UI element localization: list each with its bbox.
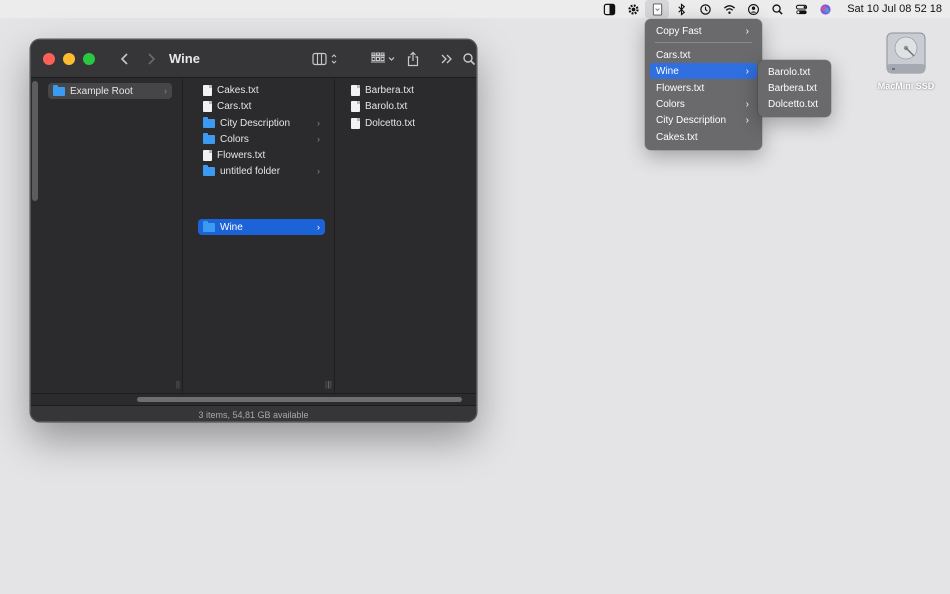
time-machine-icon[interactable] (693, 0, 717, 18)
group-by-icon[interactable] (370, 48, 398, 70)
finder-window: Wine Example Root › || Cakes.txt Cars.tx… (30, 39, 477, 422)
folder-icon (203, 220, 215, 232)
list-item[interactable]: Cakes.txt (198, 82, 325, 98)
folder-icon (53, 84, 65, 96)
column-browser: Example Root › || Cakes.txt Cars.txt Cit… (31, 79, 476, 393)
gear-icon[interactable] (621, 0, 645, 18)
chevron-right-icon: › (317, 118, 320, 128)
spotlight-icon[interactable] (765, 0, 789, 18)
file-icon (203, 84, 212, 96)
menu-item[interactable]: Flowers.txt (650, 80, 757, 96)
file-icon (351, 117, 360, 129)
column-resize-handle[interactable]: || (325, 380, 329, 389)
submenu-item[interactable]: Barolo.txt (762, 64, 827, 80)
list-item[interactable]: Barbera.txt (346, 82, 466, 98)
traffic-lights (43, 52, 95, 65)
user-icon[interactable] (741, 0, 765, 18)
folder-icon (203, 132, 215, 144)
disk-label: MacMini SSD (877, 81, 935, 91)
status-bar: 3 items, 54,81 GB available (31, 405, 476, 421)
zoom-button[interactable] (83, 52, 95, 65)
menu-item[interactable]: Cars.txt (650, 47, 757, 63)
menu-item-copy-fast[interactable]: Copy Fast › (650, 23, 757, 39)
column-resize-handle[interactable]: || (176, 380, 180, 389)
menu-item[interactable]: Colors › (650, 96, 757, 112)
file-icon (351, 100, 360, 112)
list-item[interactable]: Cars.txt (198, 98, 325, 114)
window-toolbar: Wine (31, 40, 476, 78)
chevron-right-icon: › (745, 25, 749, 37)
list-item-selected[interactable]: Wine › (198, 219, 325, 235)
wifi-icon[interactable] (717, 0, 741, 18)
wine-submenu: Barolo.txt Barbera.txt Dolcetto.txt (758, 60, 831, 117)
file-icon (203, 100, 212, 112)
chevron-right-icon: › (317, 134, 320, 144)
list-item[interactable]: Dolcetto.txt (346, 115, 466, 131)
list-item[interactable]: Flowers.txt (198, 147, 325, 163)
bluetooth-icon[interactable] (669, 0, 693, 18)
menu-separator (655, 42, 752, 43)
window-title: Wine (169, 51, 200, 66)
folder-icon (203, 164, 215, 176)
menu-bar: Sat 10 Jul 08 52 18 (0, 0, 950, 18)
menu-item[interactable]: Cakes.txt (650, 129, 757, 145)
file-icon (203, 149, 212, 161)
status-text: 3 items, 54,81 GB available (198, 409, 309, 420)
copyfast-icon[interactable] (645, 0, 670, 18)
column-1[interactable]: Example Root › || (31, 79, 183, 393)
chevron-right-icon: › (164, 86, 167, 96)
search-icon[interactable] (462, 48, 476, 70)
scrollbar-thumb[interactable] (137, 397, 462, 402)
close-button[interactable] (43, 52, 55, 65)
submenu-item[interactable]: Barbera.txt (762, 80, 827, 96)
chevron-right-icon: › (745, 98, 749, 110)
chevron-right-icon: › (317, 222, 320, 232)
half-square-icon[interactable] (597, 0, 621, 18)
menubar-clock[interactable]: Sat 10 Jul 08 52 18 (847, 3, 942, 15)
hard-disk-icon (886, 32, 926, 74)
copyfast-menu: Copy Fast › Cars.txt Wine › Flowers.txt … (645, 19, 762, 150)
menu-item[interactable]: City Description › (650, 112, 757, 128)
chevron-right-icon: › (317, 166, 320, 176)
share-icon[interactable] (406, 48, 420, 70)
control-center-icon[interactable] (789, 0, 813, 18)
chevron-right-icon: › (745, 65, 749, 77)
column-3[interactable]: Barbera.txt Barolo.txt Dolcetto.txt || (325, 79, 476, 393)
back-button[interactable] (115, 49, 135, 69)
chevron-right-icon: › (745, 114, 749, 126)
list-item[interactable]: Example Root › (48, 83, 172, 99)
menu-item-highlighted[interactable]: Wine › (650, 63, 757, 79)
folder-icon (203, 116, 215, 128)
list-item[interactable]: untitled folder › (198, 163, 325, 179)
horizontal-scrollbar[interactable] (31, 393, 476, 405)
more-toolbar-icon[interactable] (440, 48, 454, 70)
file-icon (351, 84, 360, 96)
list-item[interactable]: Colors › (198, 131, 325, 147)
list-item[interactable]: City Description › (198, 115, 325, 131)
desktop-disk[interactable]: MacMini SSD (875, 30, 937, 91)
siri-icon[interactable] (813, 0, 837, 18)
submenu-item[interactable]: Dolcetto.txt (762, 96, 827, 112)
list-item[interactable]: Barolo.txt (346, 98, 466, 114)
column-2[interactable]: Cakes.txt Cars.txt City Description › Co… (183, 79, 335, 393)
forward-button[interactable] (141, 49, 161, 69)
column-view-icon[interactable] (312, 48, 340, 70)
minimize-button[interactable] (63, 52, 75, 65)
vertical-scrollbar[interactable] (32, 81, 38, 201)
